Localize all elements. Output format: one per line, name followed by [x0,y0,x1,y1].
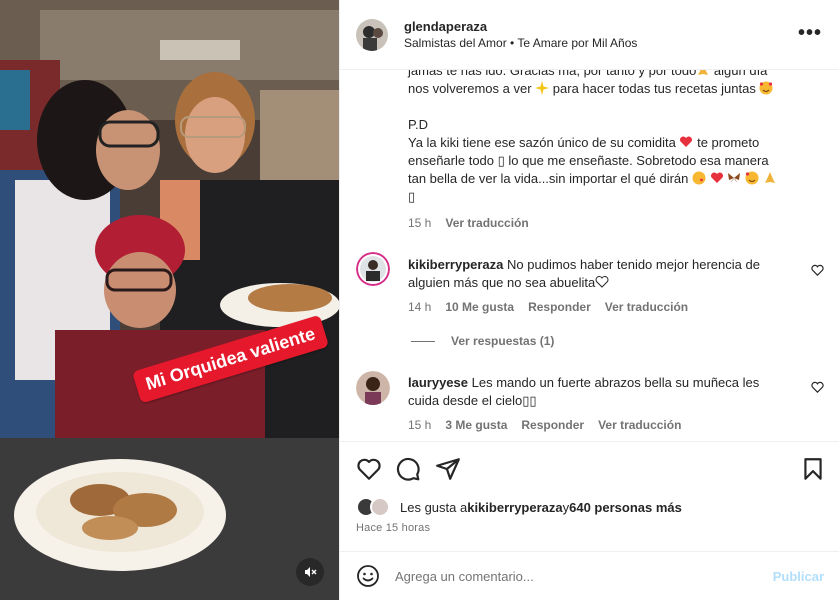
praying-hands-icon [764,172,775,183]
comment-text: cuida desde el cielo▯▯ [408,393,537,408]
caption-meta: 15 h Ver traducción [408,216,529,230]
caption-text: ▯ [408,189,416,204]
share-icon[interactable] [435,456,461,482]
post-header: glendaperaza Salmistas del Amor • Te Ama… [340,0,839,70]
butterfly-icon [728,173,741,183]
comments-section: jamás te has ido. Gracias ma, por tanto … [340,70,839,441]
comment-body: lauryyese Les mando un fuerte abrazos be… [408,374,808,410]
reply-button[interactable]: Responder [528,300,591,314]
see-translation-button[interactable]: Ver traducción [605,300,688,314]
author-username[interactable]: glendaperaza [404,18,637,36]
comment-text: No pudimos haber tenido mejor herencia d… [507,257,760,272]
sparkles-icon [535,81,550,95]
audio-track[interactable]: Salmistas del Amor • Te Amare por Mil Añ… [404,35,637,51]
post-caption: jamás te has ido. Gracias ma, por tanto … [408,70,798,206]
save-icon[interactable] [800,456,826,482]
see-translation-button[interactable]: Ver traducción [445,216,528,230]
post-panel: glendaperaza Salmistas del Amor • Te Ama… [339,0,839,600]
reply-button[interactable]: Responder [521,418,584,432]
post-viewer: Mi Orquidea valiente glendaperaza Salmis… [0,0,839,600]
author-info: glendaperaza Salmistas del Amor • Te Ama… [404,18,637,52]
comment-meta: 14 h 10 Me gusta Responder Ver traducció… [408,300,688,314]
kiss-face-icon [692,171,706,185]
view-replies-button[interactable]: Ver respuestas (1) [411,334,554,348]
comment-like-heart-icon[interactable] [811,264,824,277]
mute-button[interactable] [296,558,324,586]
caption-time[interactable]: 15 h [408,216,431,230]
mute-icon [305,567,317,577]
caption-pd: P.D [408,117,428,132]
caption-text: tan bella de ver la vida...sin importar … [408,171,692,186]
post-button[interactable]: Publicar [773,569,824,584]
comment-body: kikiberryperaza No pudimos haber tenido … [408,256,808,292]
comment-meta: 15 h 3 Me gusta Responder Ver traducción [408,418,681,432]
photo-scene [0,0,339,600]
caption-text: nos volveremos a ver [408,81,536,96]
commenter-avatar[interactable] [356,252,390,286]
likes-user[interactable]: kikiberryperaza [467,500,562,515]
caption-text: algún día [710,70,768,78]
comment-text: Les mando un fuerte abrazos bella su muñ… [471,375,760,390]
caption-text: jamás te has ido. Gracias ma, por tanto … [408,70,697,78]
comment-text: alguien más que no sea abuelita [408,275,596,290]
caption-text: para hacer todas tus recetas juntas [549,81,760,96]
praying-hands-icon [698,70,709,75]
caption-text: enseñarle todo ▯ lo que me enseñaste. So… [408,153,769,168]
comment-username[interactable]: lauryyese [408,375,468,390]
add-comment-bar: Publicar [340,551,839,600]
emoji-icon[interactable] [356,564,380,588]
caption-text: te prometo [693,135,760,150]
comment-like-heart-icon[interactable] [811,381,824,394]
likers-avatars [356,497,392,517]
commenter-avatar[interactable] [356,371,390,405]
action-bar [340,441,839,496]
post-time[interactable]: Hace 15 horas [356,522,430,534]
comment-username[interactable]: kikiberryperaza [408,257,503,272]
comment-input[interactable] [395,568,745,584]
more-options-icon[interactable]: ••• [798,22,822,45]
likes-prefix: Les gusta a [400,499,468,515]
comment-time[interactable]: 15 h [408,418,431,432]
red-heart-icon [710,172,723,183]
post-photo[interactable]: Mi Orquidea valiente [0,0,339,600]
author-avatar[interactable] [356,18,388,51]
likes-others[interactable]: 640 personas más [569,500,682,515]
see-translation-button[interactable]: Ver traducción [598,418,681,432]
comment-icon[interactable] [395,456,421,482]
heart-icon[interactable] [356,456,382,482]
likes-summary[interactable]: Les gusta a kikiberryperaza y 640 person… [356,496,682,518]
smiling-hearts-icon [759,81,773,95]
white-heart-icon [595,276,609,288]
comment-time[interactable]: 14 h [408,300,431,314]
red-heart-icon [680,136,693,147]
view-replies-label: Ver respuestas (1) [451,334,555,348]
comment-likes[interactable]: 3 Me gusta [445,418,507,432]
comment-likes[interactable]: 10 Me gusta [445,300,514,314]
smiling-hearts-icon [745,171,759,185]
caption-text: Ya la kiki tiene ese sazón único de su c… [408,135,680,150]
